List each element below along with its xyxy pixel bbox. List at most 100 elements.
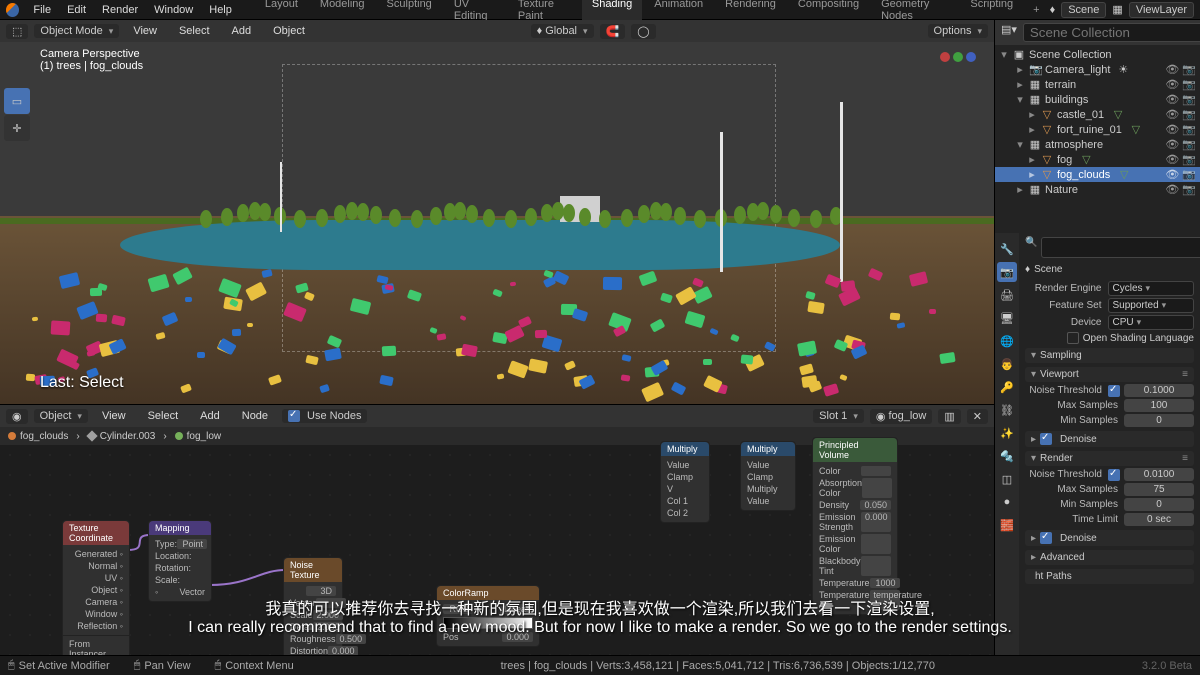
options-dropdown[interactable]: Options (928, 24, 988, 38)
vp-max-samples[interactable]: 100 (1124, 399, 1194, 412)
prop-tab-10[interactable]: ◫ (997, 469, 1017, 489)
light-paths-section[interactable]: ht Paths (1025, 569, 1194, 584)
shader-editor[interactable]: ◉ Object View Select Add Node Use Nodes Slo… (0, 404, 994, 655)
node-multiply-1[interactable]: Multiply ValueClampVCol 1Col 2 (660, 441, 710, 523)
prop-tab-1[interactable]: 📷 (997, 262, 1017, 282)
outliner[interactable]: ▾▣Scene Collection ▸📷Camera_light☀👁📷▸▦te… (995, 45, 1200, 233)
menu-edit[interactable]: Edit (59, 4, 94, 16)
menu-help[interactable]: Help (201, 4, 240, 16)
ne-menu-select[interactable]: Select (140, 410, 187, 422)
ne-menu-node[interactable]: Node (234, 410, 276, 422)
vp-noise-value[interactable]: 0.1000 (1124, 384, 1194, 397)
hint-lmb: 🖱 Set Active Modifier (8, 659, 110, 672)
cursor-tool[interactable]: ✛ (4, 115, 30, 141)
scene-stats: trees | fog_clouds | Verts:3,458,121 | F… (501, 660, 935, 672)
rn-noise-value[interactable]: 0.0100 (1124, 468, 1194, 481)
nav-gizmo[interactable] (940, 52, 976, 62)
outliner-item-buildings[interactable]: ▾▦buildings👁📷 (995, 92, 1200, 107)
use-nodes-toggle[interactable]: Use Nodes (282, 409, 367, 423)
material-field[interactable]: ◉ fog_low (870, 409, 933, 424)
search-icon: 🔍 (1025, 237, 1037, 258)
editor-type-button[interactable]: ◉ (6, 409, 28, 424)
outliner-item-camera_light[interactable]: ▸📷Camera_light☀👁📷 (995, 62, 1200, 77)
vp-menu-object[interactable]: Object (265, 25, 313, 37)
prop-tab-3[interactable]: 🖥 (997, 308, 1017, 328)
snap-button[interactable]: 🧲 (600, 24, 626, 39)
prop-tab-8[interactable]: ✨ (997, 423, 1017, 443)
outliner-item-castle_01[interactable]: ▸▽castle_01▽👁📷 (995, 107, 1200, 122)
mode-dropdown[interactable]: Object Mode (34, 24, 119, 38)
vp-min-samples[interactable]: 0 (1124, 414, 1194, 427)
rn-denoise-section[interactable]: ▸Denoise (1025, 530, 1194, 546)
slot-dropdown[interactable]: Slot 1 (813, 409, 864, 423)
unlink-material-button[interactable]: ✕ (967, 409, 988, 424)
blender-logo-icon (6, 3, 19, 17)
prop-tab-11[interactable]: ● (997, 492, 1017, 512)
orientation-dropdown[interactable]: ♦ Global (531, 24, 594, 38)
node-texture-coordinate[interactable]: Texture Coordinate Generated ◦Normal ◦UV… (62, 520, 130, 663)
prop-tab-2[interactable]: 🖨 (997, 285, 1017, 305)
rn-min-samples[interactable]: 0 (1124, 498, 1194, 511)
outliner-item-terrain[interactable]: ▸▦terrain👁📷 (995, 77, 1200, 92)
advanced-section[interactable]: ▸Advanced (1025, 550, 1194, 565)
prop-tab-0[interactable]: 🔧 (997, 239, 1017, 259)
menu-file[interactable]: File (25, 4, 59, 16)
prop-tab-6[interactable]: 🔑 (997, 377, 1017, 397)
last-operator[interactable]: Last: Select (40, 374, 124, 392)
scene-breadcrumb: Scene (1034, 264, 1062, 275)
prop-tab-5[interactable]: 👨 (997, 354, 1017, 374)
hint-mmb: 🖱 Pan View (134, 659, 191, 672)
outliner-item-nature[interactable]: ▸▦Nature👁📷 (995, 182, 1200, 197)
prop-tab-12[interactable]: 🧱 (997, 515, 1017, 535)
outliner-search[interactable] (1023, 23, 1200, 42)
menu-render[interactable]: Render (94, 4, 146, 16)
viewlayer-field[interactable]: ViewLayer (1129, 2, 1194, 18)
vp-menu-select[interactable]: Select (171, 25, 218, 37)
outliner-item-fort_ruine_01[interactable]: ▸▽fort_ruine_01▽👁📷 (995, 122, 1200, 137)
prop-tab-4[interactable]: 🌐 (997, 331, 1017, 351)
properties-panel: 🔧📷🖨🖥🌐👨🔑⛓✨🔩◫●🧱 🔍 ⋯ ♦Scene Render EngineCy… (995, 233, 1200, 655)
vp-menu-add[interactable]: Add (224, 25, 260, 37)
outliner-header: ▤▾ ▿ (995, 20, 1200, 45)
viewport-3d[interactable]: ▭ ✛ Camera Perspective (1) trees | fog_c… (0, 42, 994, 404)
viewport-sampling-section[interactable]: ▾Viewport≡ (1025, 367, 1194, 382)
rn-time-limit[interactable]: 0 sec (1124, 513, 1194, 526)
select-tool[interactable]: ▭ (4, 88, 30, 114)
node-multiply-2[interactable]: Multiply ValueClampMultiplyValue (740, 441, 796, 511)
sampling-section[interactable]: ▾Sampling (1025, 348, 1194, 363)
feature-set-dropdown[interactable]: Supported (1108, 298, 1195, 313)
ne-menu-add[interactable]: Add (192, 410, 228, 422)
scene-icon: ♦ (1025, 264, 1030, 275)
node-noise-texture[interactable]: Noise Texture 3DVectorScale2.000Detail2.… (283, 557, 343, 661)
rn-noise-checkbox[interactable] (1108, 469, 1120, 481)
new-material-button[interactable]: ▥ (938, 409, 960, 424)
outliner-item-fog[interactable]: ▸▽fog▽👁📷 (995, 152, 1200, 167)
ne-menu-view[interactable]: View (94, 410, 134, 422)
version-label: 3.2.0 Beta (1142, 660, 1192, 672)
prop-tab-7[interactable]: ⛓ (997, 400, 1017, 420)
node-color-ramp[interactable]: ColorRamp RGBLinear Pos0.000 (436, 585, 540, 647)
device-dropdown[interactable]: CPU (1108, 315, 1195, 330)
vp-denoise-section[interactable]: ▸Denoise (1025, 431, 1194, 447)
prop-tab-9[interactable]: 🔩 (997, 446, 1017, 466)
vp-noise-checkbox[interactable] (1108, 385, 1120, 397)
node-principled-volume[interactable]: Principled Volume ColorAbsorption ColorD… (812, 437, 898, 615)
add-workspace-button[interactable]: + (1023, 2, 1049, 18)
proportional-edit-button[interactable]: ◯ (631, 24, 655, 39)
properties-search[interactable] (1041, 237, 1200, 258)
outliner-display-mode[interactable]: ▤▾ (1001, 23, 1017, 42)
shader-type-dropdown[interactable]: Object (34, 409, 88, 423)
menu-window[interactable]: Window (146, 4, 201, 16)
scene-field[interactable]: Scene (1061, 2, 1106, 18)
node-mapping[interactable]: Mapping Type:Point Location:Rotation:Sca… (148, 520, 212, 602)
editor-type-button[interactable]: ⬚ (6, 24, 28, 39)
scene-icon: ♦ (1050, 4, 1056, 16)
rn-max-samples[interactable]: 75 (1124, 483, 1194, 496)
render-sampling-section[interactable]: ▾Render≡ (1025, 451, 1194, 466)
viewlayer-icon: ▦ (1112, 3, 1122, 16)
outliner-item-atmosphere[interactable]: ▾▦atmosphere👁📷 (995, 137, 1200, 152)
osl-checkbox[interactable] (1067, 332, 1079, 344)
vp-menu-view[interactable]: View (125, 25, 165, 37)
outliner-item-fog_clouds[interactable]: ▸▽fog_clouds▽👁📷 (995, 167, 1200, 182)
render-engine-dropdown[interactable]: Cycles (1108, 281, 1195, 296)
